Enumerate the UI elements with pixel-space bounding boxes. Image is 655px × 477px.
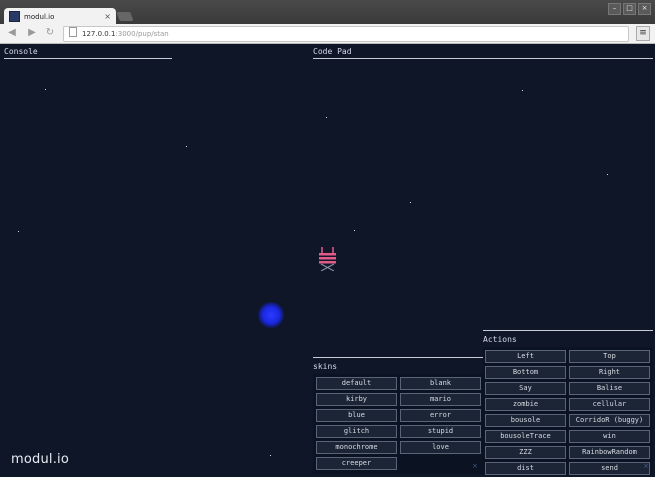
forward-icon[interactable]: ▶ <box>26 27 38 39</box>
browser-titlebar: modul.io × – □ × <box>0 0 655 25</box>
star <box>326 117 327 118</box>
action-button[interactable]: win <box>569 430 650 443</box>
skin-button[interactable]: blank <box>400 377 481 390</box>
skins-divider <box>313 357 483 358</box>
actions-button-grid: Left Top Bottom Right Say Balise zombie cellula… <box>485 350 650 475</box>
action-button[interactable]: dist <box>485 462 566 475</box>
action-button[interactable]: Left <box>485 350 566 363</box>
skin-button[interactable]: stupid <box>400 425 481 438</box>
reload-icon[interactable]: ↻ <box>44 27 56 39</box>
action-button[interactable]: Right <box>569 366 650 379</box>
favicon-icon <box>9 11 20 22</box>
skin-button[interactable]: creeper <box>316 457 397 470</box>
skin-button[interactable]: blue <box>316 409 397 422</box>
minimize-button[interactable]: – <box>608 3 621 15</box>
action-button[interactable]: RainbowRandom <box>569 446 650 459</box>
codepad-title: Code Pad <box>313 47 653 59</box>
action-button[interactable]: Balise <box>569 382 650 395</box>
skins-title: skins <box>313 362 338 371</box>
skins-close-icon[interactable]: × <box>472 462 478 470</box>
close-window-button[interactable]: × <box>638 3 651 15</box>
url-path: :3000/pup/stan <box>115 30 169 38</box>
action-button[interactable]: bousoleTrace <box>485 430 566 443</box>
skin-button[interactable]: error <box>400 409 481 422</box>
maximize-button[interactable]: □ <box>623 3 636 15</box>
action-button[interactable]: CorridoR (buggy) <box>569 414 650 427</box>
actions-divider <box>483 330 653 331</box>
new-tab-button[interactable] <box>116 12 134 21</box>
menu-icon[interactable]: ≡ <box>636 26 650 41</box>
action-button[interactable]: send <box>569 462 650 475</box>
skin-button[interactable]: default <box>316 377 397 390</box>
action-button[interactable]: zombie <box>485 398 566 411</box>
skin-button[interactable]: mario <box>400 393 481 406</box>
console-title: Console <box>4 47 172 59</box>
browser-toolbar: ◀ ▶ ↻ 127.0.0.1:3000/pup/stan ≡ <box>0 24 655 44</box>
page-icon <box>69 27 77 37</box>
player-blob <box>258 302 284 328</box>
action-button[interactable]: ZZZ <box>485 446 566 459</box>
star <box>45 89 46 90</box>
star <box>522 90 523 91</box>
star <box>607 174 608 175</box>
browser-tab[interactable]: modul.io × <box>4 8 116 25</box>
app-logo: modul.io <box>11 452 70 467</box>
action-button[interactable]: bousole <box>485 414 566 427</box>
action-button[interactable]: Top <box>569 350 650 363</box>
actions-title: Actions <box>483 335 517 344</box>
star <box>270 455 271 456</box>
star <box>410 202 411 203</box>
skins-button-grid: default blank kirby mario blue error glitch stu… <box>316 377 481 470</box>
skin-button[interactable]: love <box>400 441 481 454</box>
window-controls: – □ × <box>608 3 651 15</box>
star <box>186 146 187 147</box>
pink-sprite <box>319 247 336 271</box>
tab-title: modul.io <box>24 12 55 21</box>
skin-button[interactable]: glitch <box>316 425 397 438</box>
action-button[interactable]: cellular <box>569 398 650 411</box>
back-icon[interactable]: ◀ <box>6 27 18 39</box>
url-host: 127.0.0.1 <box>82 30 116 38</box>
skin-button[interactable]: kirby <box>316 393 397 406</box>
actions-close-icon[interactable]: × <box>643 462 649 470</box>
address-bar[interactable]: 127.0.0.1:3000/pup/stan <box>63 26 629 42</box>
star <box>18 231 19 232</box>
star <box>354 230 355 231</box>
action-button[interactable]: Say <box>485 382 566 395</box>
tab-close-icon[interactable]: × <box>104 12 111 21</box>
skin-button[interactable]: monochrome <box>316 441 397 454</box>
game-canvas[interactable]: Console Code Pad Actions Left Top Bottom Ri… <box>0 44 655 477</box>
action-button[interactable]: Bottom <box>485 366 566 379</box>
